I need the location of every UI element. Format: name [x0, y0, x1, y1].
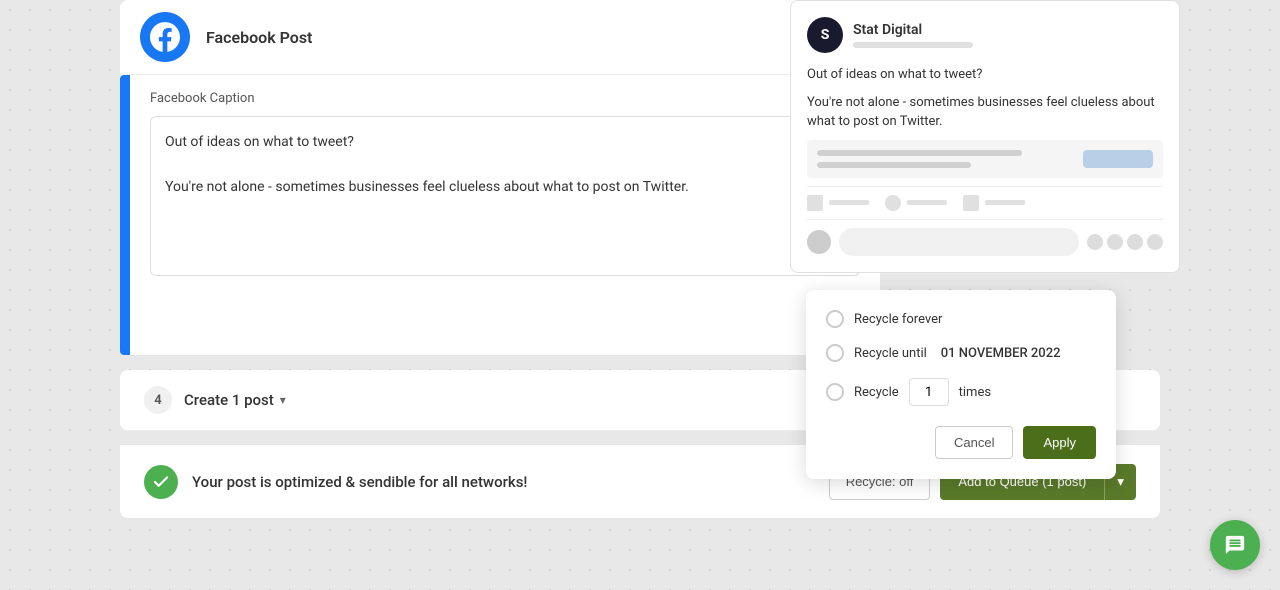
facebook-icon [140, 12, 190, 62]
recycle-until-radio[interactable] [826, 344, 844, 362]
apply-button[interactable]: Apply [1023, 426, 1096, 459]
preview-card: S Stat Digital Out of ideas on what to t… [790, 0, 1180, 273]
facebook-blue-bar [120, 75, 130, 355]
preview-avatar [807, 230, 831, 254]
facebook-post-body: Facebook Caption Out of ideas on what to… [120, 75, 880, 355]
recycle-forever-label: Recycle forever [854, 312, 942, 327]
cancel-button[interactable]: Cancel [935, 426, 1013, 459]
preview-line [853, 42, 973, 48]
recycle-until-date: 01 NOVEMBER 2022 [941, 346, 1061, 361]
facebook-post-title: Facebook Post [206, 28, 312, 47]
preview-comment-input[interactable] [839, 228, 1079, 256]
recycle-popup: Recycle forever Recycle until 01 NOVEMBE… [806, 290, 1116, 479]
recycle-times-label: Recycle [854, 385, 899, 400]
emoji-comment-icon [1087, 234, 1103, 250]
preview-actions [807, 186, 1163, 220]
recycle-times-radio[interactable] [826, 383, 844, 401]
preview-comment-icons [1087, 234, 1163, 250]
chat-bubble-button[interactable] [1210, 520, 1260, 570]
preview-header: S Stat Digital [807, 17, 1163, 53]
preview-company-name: Stat Digital [853, 22, 973, 38]
step-chevron-icon[interactable]: ▾ [280, 393, 286, 407]
facebook-post-card: Facebook Post Facebook Caption Out of id… [120, 0, 880, 355]
success-icon [144, 465, 178, 499]
preview-share-action [963, 195, 1025, 211]
sticker-comment-icon [1147, 234, 1163, 250]
preview-company-info: Stat Digital [853, 22, 973, 48]
caption-text: Out of ideas on what to tweet? You're no… [165, 131, 845, 198]
recycle-forever-radio[interactable] [826, 310, 844, 328]
recycle-times-input[interactable]: 1 [909, 378, 949, 406]
step-number: 4 [144, 386, 172, 414]
main-container: Facebook Post Facebook Caption Out of id… [0, 0, 1280, 590]
facebook-post-header: Facebook Post [120, 0, 880, 75]
recycle-popup-actions: Cancel Apply [826, 426, 1096, 459]
success-text: Your post is optimized & sendible for al… [192, 473, 527, 491]
recycle-until-option[interactable]: Recycle until 01 NOVEMBER 2022 [826, 344, 1096, 362]
camera-comment-icon [1107, 234, 1123, 250]
caption-label: Facebook Caption [150, 91, 860, 106]
recycle-forever-option[interactable]: Recycle forever [826, 310, 1096, 328]
caption-box[interactable]: Out of ideas on what to tweet? You're no… [150, 116, 860, 276]
facebook-content-area: Facebook Caption Out of ideas on what to… [130, 75, 880, 355]
preview-text1: Out of ideas on what to tweet? [807, 65, 1163, 85]
preview-comment-box [807, 228, 1163, 256]
preview-like-action [807, 195, 869, 211]
gif-comment-icon [1127, 234, 1143, 250]
preview-logo: S [807, 17, 843, 53]
preview-comment-action [885, 195, 947, 211]
preview-text2: You're not alone - sometimes businesses … [807, 93, 1163, 132]
step-label: Create 1 post [184, 391, 274, 409]
recycle-times-suffix: times [959, 385, 991, 400]
recycle-until-label: Recycle until [854, 346, 927, 361]
recycle-times-option[interactable]: Recycle 1 times [826, 378, 1096, 406]
